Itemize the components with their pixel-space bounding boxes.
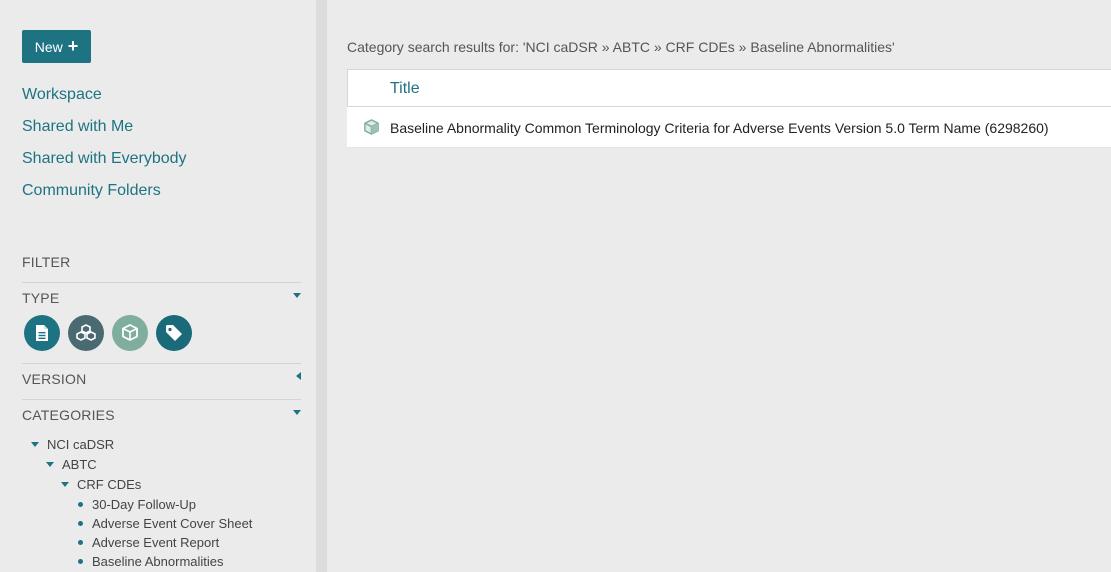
type-toggle-icon[interactable] (293, 293, 301, 298)
field-icon (363, 119, 380, 141)
table-row[interactable]: Baseline Abnormality Common Terminology … (347, 107, 1111, 148)
tree-item-crf-cdes[interactable]: CRF CDEs (77, 477, 141, 492)
template-icon[interactable] (68, 315, 104, 351)
tree-expand-icon[interactable] (61, 482, 69, 487)
tree-item-baseline-abnormalities[interactable]: Baseline Abnormalities (92, 554, 224, 569)
tag-icon[interactable] (156, 315, 192, 351)
tree-item-nci-cadsr[interactable]: NCI caDSR (47, 437, 114, 452)
tree-item-30-day-follow-up[interactable]: 30-Day Follow-Up (92, 497, 196, 512)
field-icon[interactable] (112, 315, 148, 351)
results-heading: Category search results for: 'NCI caDSR … (347, 39, 895, 55)
bullet-icon (78, 559, 83, 564)
row-title[interactable]: Baseline Abnormality Common Terminology … (390, 120, 1049, 136)
results-table-header: Title (347, 69, 1111, 107)
template-element-icon[interactable] (24, 315, 60, 351)
bullet-icon (78, 502, 83, 507)
version-toggle-icon[interactable] (296, 372, 301, 380)
categories-toggle-icon[interactable] (293, 410, 301, 415)
tree-item-adverse-event-report[interactable]: Adverse Event Report (92, 535, 219, 550)
divider-line (22, 363, 301, 364)
new-button[interactable]: New + (22, 30, 91, 63)
nav-community-folders[interactable]: Community Folders (22, 182, 161, 200)
categories-filter-label[interactable]: CATEGORIES (22, 407, 115, 423)
tree-item-adverse-event-cover-sheet[interactable]: Adverse Event Cover Sheet (92, 516, 252, 531)
filter-label: FILTER (22, 254, 71, 270)
main-content: Category search results for: 'NCI caDSR … (327, 0, 1111, 572)
sidebar: New + Workspace Shared with Me Shared wi… (0, 0, 316, 572)
tree-expand-icon[interactable] (46, 462, 54, 467)
divider-line (22, 282, 301, 283)
tree-item-abtc[interactable]: ABTC (62, 457, 97, 472)
nav-shared-with-me[interactable]: Shared with Me (22, 118, 133, 136)
nav-shared-with-everybody[interactable]: Shared with Everybody (22, 150, 187, 168)
bullet-icon (78, 540, 83, 545)
type-filter-label[interactable]: TYPE (22, 290, 59, 306)
bullet-icon (78, 521, 83, 526)
version-filter-label[interactable]: VERSION (22, 371, 86, 387)
title-column-header[interactable]: Title (390, 80, 420, 98)
plus-icon: + (67, 36, 79, 56)
nav-workspace[interactable]: Workspace (22, 86, 102, 104)
panel-divider[interactable] (316, 0, 327, 572)
tree-expand-icon[interactable] (31, 442, 39, 447)
divider-line (22, 399, 301, 400)
new-button-label: New (34, 38, 63, 55)
